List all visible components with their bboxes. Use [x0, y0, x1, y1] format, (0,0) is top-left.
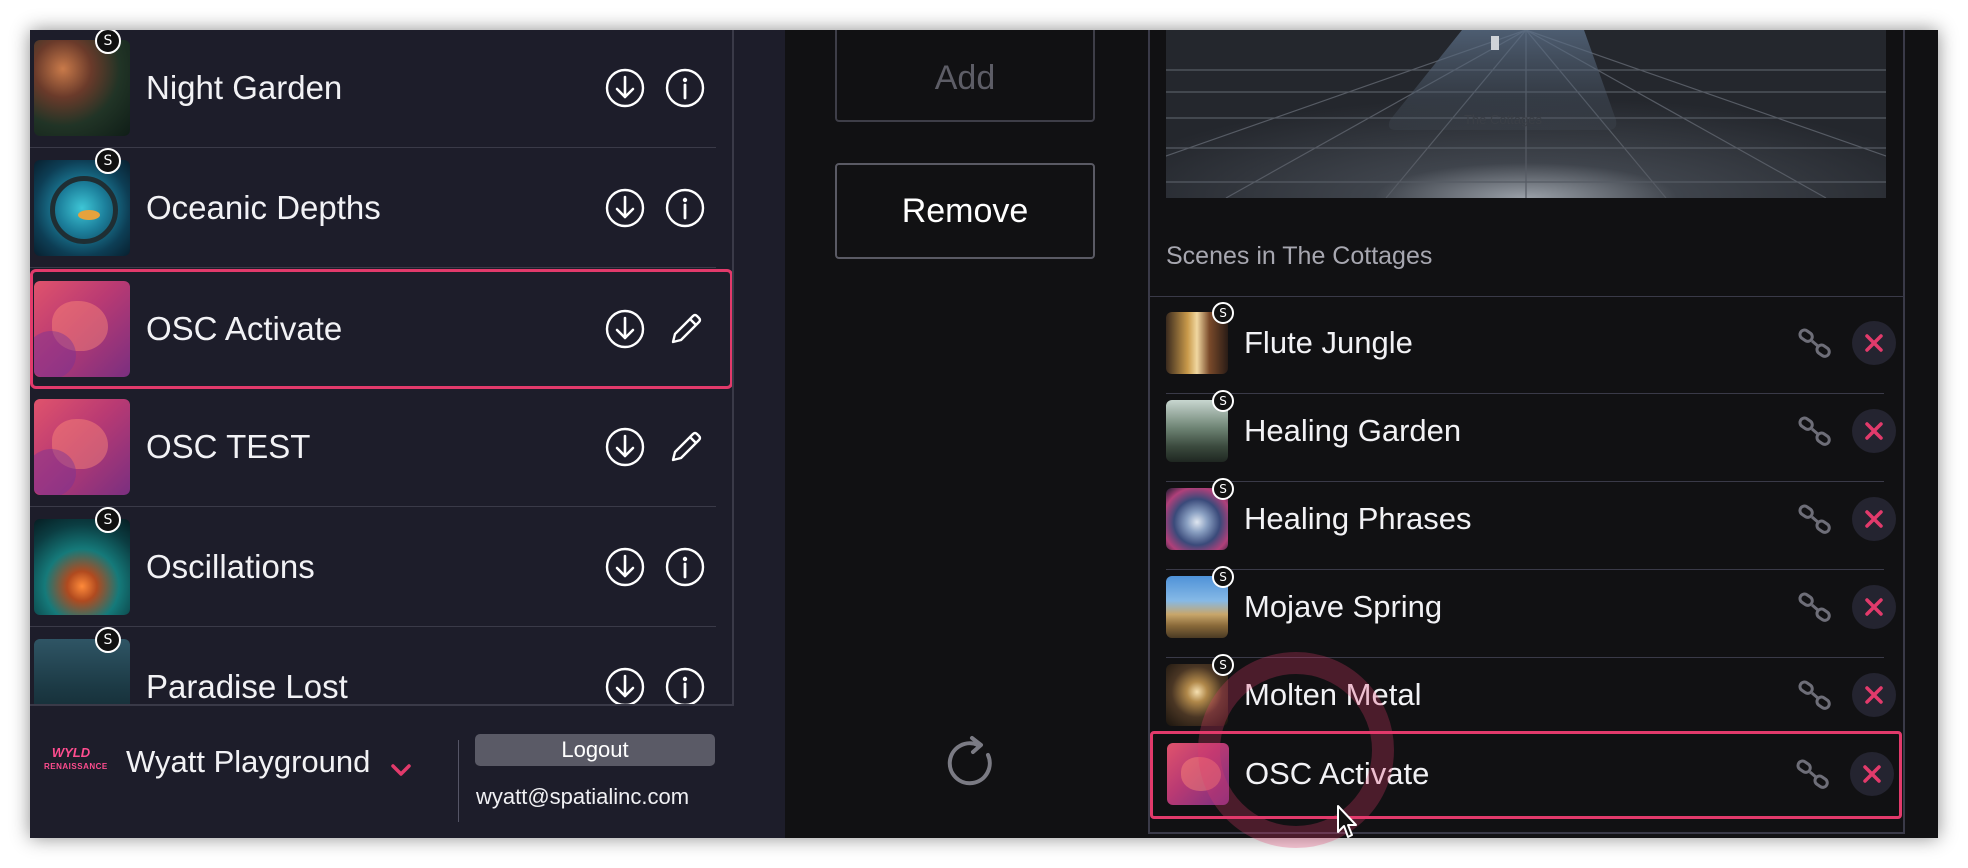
- divider: [1148, 296, 1905, 297]
- scene-name: Molten Metal: [1244, 677, 1422, 712]
- scene-group-panel: The Cottages Scenes in The Cottages S Fl…: [1148, 30, 1938, 838]
- s-badge: S: [95, 148, 121, 174]
- scene-name: Paradise Lost: [146, 668, 348, 705]
- scene-name: Healing Phrases: [1244, 501, 1472, 536]
- s-badge: S: [95, 507, 121, 533]
- list-item[interactable]: S Night Garden: [30, 30, 716, 148]
- s-badge: S: [1212, 566, 1234, 588]
- logout-button[interactable]: Logout: [475, 734, 715, 766]
- list-item[interactable]: OSC TEST: [30, 387, 716, 507]
- info-icon[interactable]: [665, 667, 705, 704]
- remove-x-button[interactable]: [1852, 673, 1896, 717]
- download-icon[interactable]: [605, 188, 645, 228]
- brand-logo: WYLD RENAISSANCE: [44, 745, 108, 772]
- scene-thumbnail: [34, 399, 130, 495]
- section-title: Scenes in The Cottages: [1166, 242, 1433, 270]
- s-badge: S: [1212, 654, 1234, 676]
- scene-name: Night Garden: [146, 69, 343, 106]
- refresh-icon[interactable]: [942, 733, 1000, 791]
- link-icon[interactable]: [1796, 499, 1836, 539]
- download-icon[interactable]: [605, 427, 645, 467]
- remove-x-button[interactable]: [1852, 497, 1896, 541]
- scene-thumbnail: [1167, 743, 1229, 805]
- s-badge: S: [95, 627, 121, 653]
- mouse-cursor-icon: [1336, 804, 1360, 840]
- workspace-name[interactable]: Wyatt Playground: [126, 744, 370, 780]
- scene-thumbnail: [34, 40, 130, 136]
- remove-x-button[interactable]: [1852, 585, 1896, 629]
- list-item[interactable]: S Mojave Spring: [1166, 566, 1896, 658]
- list-item[interactable]: S Oceanic Depths: [30, 148, 716, 268]
- download-icon[interactable]: [605, 68, 645, 108]
- scene-name: Oscillations: [146, 548, 315, 585]
- link-icon[interactable]: [1796, 675, 1836, 715]
- s-badge: S: [1212, 302, 1234, 324]
- edit-pencil-icon[interactable]: [665, 309, 705, 349]
- scene-thumbnail: [34, 160, 130, 256]
- link-icon[interactable]: [1794, 754, 1834, 794]
- divider: [30, 267, 716, 268]
- scene-name: Flute Jungle: [1244, 325, 1413, 360]
- link-icon[interactable]: [1796, 587, 1836, 627]
- s-badge: S: [1212, 390, 1234, 412]
- info-icon[interactable]: [665, 547, 705, 587]
- scene-name: OSC Activate: [146, 310, 343, 347]
- preview-label: The Cottages: [1463, 112, 1543, 127]
- scene-thumbnail: [34, 519, 130, 615]
- list-item[interactable]: S Oscillations: [30, 507, 716, 627]
- scene-thumbnail: [34, 281, 130, 377]
- remove-x-button[interactable]: [1852, 321, 1896, 365]
- account-footer: WYLD RENAISSANCE Wyatt Playground Logout…: [30, 706, 785, 838]
- scene-name: OSC Activate: [1245, 756, 1430, 791]
- scene-library-panel: S Night Garden S Oceanic Depths OSC Acti…: [30, 30, 785, 838]
- scene-name: Oceanic Depths: [146, 189, 381, 226]
- list-item[interactable]: S Paradise Lost: [30, 627, 712, 705]
- action-column: Add Remove: [785, 30, 1148, 838]
- list-item-selected[interactable]: OSC Activate: [30, 269, 732, 389]
- scene-name: Mojave Spring: [1244, 589, 1443, 624]
- list-item[interactable]: S Healing Phrases: [1166, 478, 1896, 570]
- add-button[interactable]: Add: [835, 30, 1095, 122]
- list-item-selected[interactable]: OSC Activate: [1150, 731, 1902, 819]
- edit-pencil-icon[interactable]: [665, 427, 705, 467]
- info-icon[interactable]: [665, 68, 705, 108]
- scene-name: OSC TEST: [146, 428, 311, 465]
- scene-list[interactable]: S Night Garden S Oceanic Depths OSC Acti…: [30, 30, 734, 706]
- list-item[interactable]: S Flute Jungle: [1166, 302, 1896, 394]
- remove-button[interactable]: Remove: [835, 163, 1095, 259]
- s-badge: S: [1212, 478, 1234, 500]
- link-icon[interactable]: [1796, 323, 1836, 363]
- remove-x-button[interactable]: [1852, 409, 1896, 453]
- link-icon[interactable]: [1796, 411, 1836, 451]
- download-icon[interactable]: [605, 667, 645, 704]
- scene-name: Healing Garden: [1244, 413, 1462, 448]
- chevron-down-icon[interactable]: [390, 762, 412, 778]
- remove-x-button[interactable]: [1850, 752, 1894, 796]
- space-preview: The Cottages: [1166, 30, 1886, 198]
- app-window: S Night Garden S Oceanic Depths OSC Acti…: [30, 30, 1938, 838]
- divider: [458, 740, 459, 822]
- download-icon[interactable]: [605, 309, 645, 349]
- download-icon[interactable]: [605, 547, 645, 587]
- list-item[interactable]: S Healing Garden: [1166, 390, 1896, 482]
- user-email: wyatt@spatialinc.com: [476, 784, 690, 809]
- info-icon[interactable]: [665, 188, 705, 228]
